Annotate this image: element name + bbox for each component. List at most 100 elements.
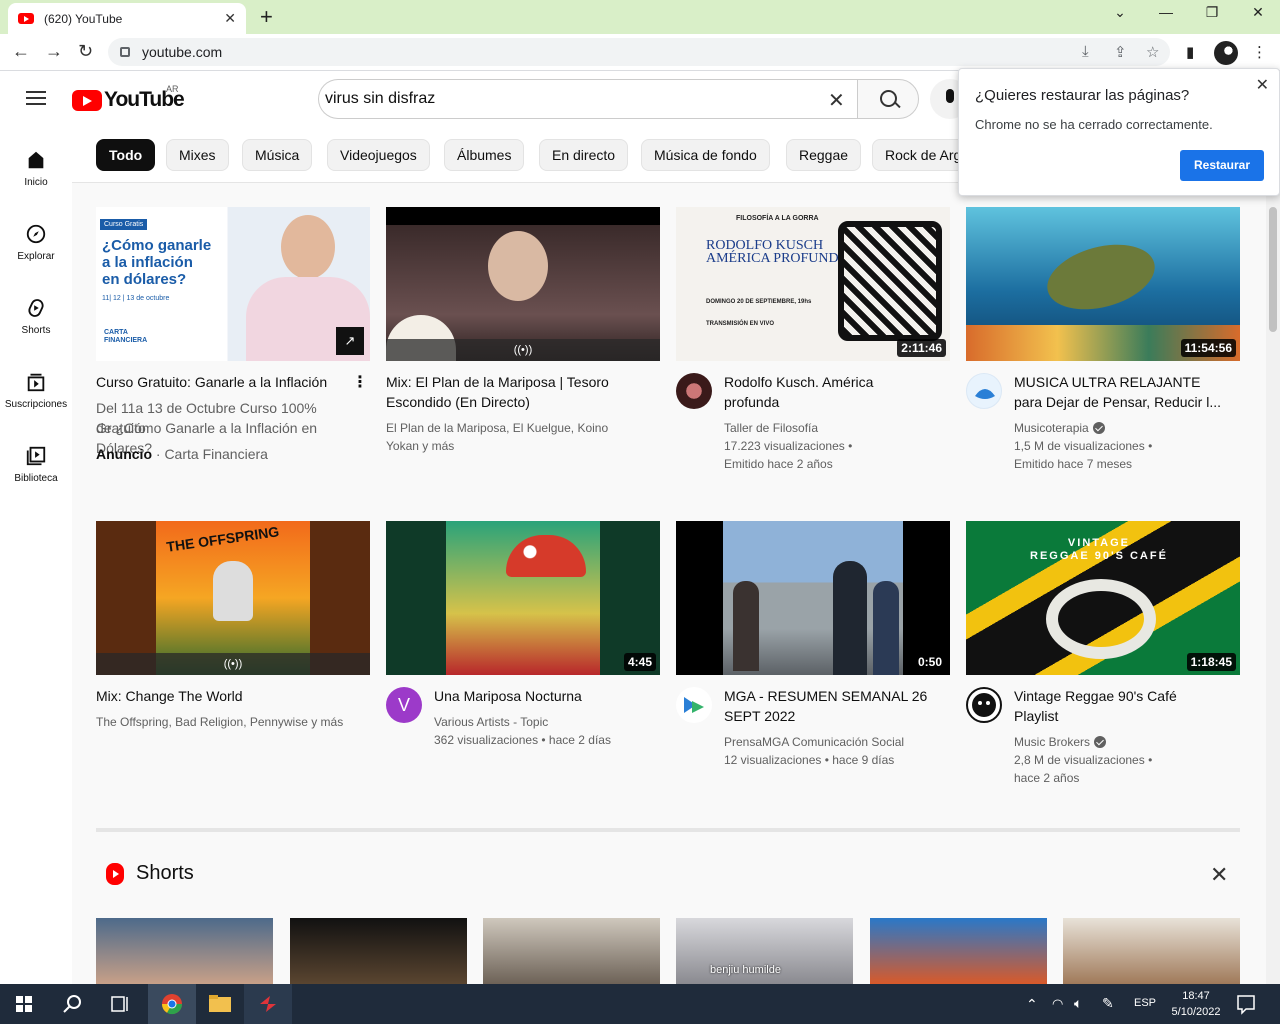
channel-name[interactable]: Taller de Filosofía [724,419,818,437]
sidebar-item-explorar[interactable]: Explorar [0,223,72,262]
video-thumbnail[interactable]: FILOSOFÍA A LA GORRA RODOLFO KUSCH AMÉRI… [676,207,950,361]
ad-sponsor-name[interactable]: · Carta Financiera [156,446,268,462]
bookmark-star-icon[interactable]: ☆ [1146,43,1159,61]
short-thumbnail[interactable] [96,918,273,984]
forward-icon[interactable]: → [45,41,63,62]
pen-icon[interactable]: ✎ [1102,995,1114,1012]
video-card[interactable]: 0:50 MGA - RESUMEN SEMANAL 26 SEPT 2022 … [676,521,950,791]
short-thumbnail[interactable] [1063,918,1240,984]
video-thumbnail[interactable]: ((•)) [386,207,660,361]
install-icon[interactable]: ⤓ [1082,43,1089,60]
chip-rock-de-arg[interactable]: Rock de Arg [872,139,972,171]
chip-musica[interactable]: Música [242,139,313,171]
volume-icon[interactable]: 🔈︎ [1074,995,1082,1012]
external-link-icon[interactable]: ↗ [336,327,364,355]
video-title[interactable]: Mix: Change The World [96,686,243,706]
sidebar-item-shorts[interactable]: Shorts [0,297,72,336]
close-popup-icon[interactable]: ✕ [1256,75,1269,95]
clock[interactable]: 18:47 5/10/2022 [1166,988,1226,1020]
sidebar-item-suscripciones[interactable]: Suscripciones [0,371,72,410]
video-thumbnail[interactable]: 0:50 [676,521,950,675]
channel-name[interactable]: PrensaMGA Comunicación Social [724,733,904,751]
address-bar[interactable]: youtube.com [108,38,1170,66]
video-title[interactable]: Vintage Reggae 90's Café [1014,686,1177,706]
search-button[interactable] [857,79,919,119]
video-thumbnail[interactable]: THE OFFSPRING ((•)) [96,521,370,675]
lock-icon[interactable] [120,47,130,57]
video-card[interactable]: VINTAGE REGGAE 90'S CAFÉ 1:18:45 Vintage… [966,521,1240,791]
video-title[interactable]: MGA - RESUMEN SEMANAL 26 [724,686,927,706]
chip-reggae[interactable]: Reggae [786,139,862,171]
file-explorer-icon[interactable] [196,984,244,1024]
video-title[interactable]: para Dejar de Pensar, Reducir l... [1014,392,1221,412]
channel-avatar[interactable] [966,373,1002,409]
chip-todo[interactable]: Todo [96,139,156,171]
scrollbar-thumb[interactable] [1269,207,1277,332]
task-view-icon[interactable] [96,984,144,1024]
channel-avatar[interactable] [676,687,712,723]
search-icon[interactable] [48,984,96,1024]
close-window-button[interactable]: ✕ [1238,4,1278,21]
short-thumbnail[interactable] [483,918,660,984]
chip-musica-de-fondo[interactable]: Música de fondo [641,139,770,171]
video-thumbnail[interactable]: 11:54:56 [966,207,1240,361]
video-title[interactable]: profunda [724,392,779,412]
language-indicator[interactable]: ESP [1134,997,1156,1009]
video-title[interactable]: MUSICA ULTRA RELAJANTE [1014,372,1200,392]
profile-avatar[interactable] [1214,41,1238,65]
video-card[interactable]: 4:45 V Una Mariposa Nocturna Various Art… [386,521,660,791]
sidebar-item-biblioteca[interactable]: Biblioteca [0,445,72,484]
page-scrollbar[interactable] [1266,127,1280,984]
chip-albumes[interactable]: Álbumes [444,139,525,171]
share-icon[interactable]: ⇪ [1114,43,1127,61]
channel-avatar[interactable] [676,373,712,409]
wifi-icon[interactable]: ◠ [1052,996,1063,1012]
new-tab-button[interactable]: + [260,4,273,30]
channel-name-text[interactable]: Musicoterapia [1014,421,1089,435]
chip-mixes[interactable]: Mixes [166,139,229,171]
more-options-icon[interactable]: ⋮ [352,372,368,392]
channel-name-text[interactable]: Music Brokers [1014,735,1090,749]
close-shorts-icon[interactable]: ✕ [1210,862,1228,888]
video-title[interactable]: SEPT 2022 [724,706,795,726]
reload-icon[interactable]: ↻ [78,41,93,62]
short-thumbnail[interactable]: benjiu humilde [676,918,853,984]
chip-en-directo[interactable]: En directo [539,139,629,171]
show-hidden-icons[interactable]: ⌃ [1026,996,1038,1013]
video-title[interactable]: Escondido (En Directo) [386,392,530,412]
video-title[interactable]: Playlist [1014,706,1058,726]
chip-videojuegos[interactable]: Videojuegos [327,139,430,171]
channel-avatar[interactable]: V [386,687,422,723]
menu-icon[interactable] [26,91,46,105]
video-card[interactable]: FILOSOFÍA A LA GORRA RODOLFO KUSCH AMÉRI… [676,207,950,477]
sidebar-item-inicio[interactable]: Inicio [0,149,72,188]
chrome-taskbar-icon[interactable] [148,984,196,1024]
channel-name[interactable]: Music Brokers [1014,733,1107,751]
channel-avatar[interactable] [966,687,1002,723]
restore-button[interactable]: Restaurar [1180,150,1264,181]
video-card[interactable]: ((•)) Mix: El Plan de la Mariposa | Teso… [386,207,660,477]
video-card[interactable]: 11:54:56 MUSICA ULTRA RELAJANTE para Dej… [966,207,1240,477]
close-tab-icon[interactable]: ✕ [224,10,236,27]
video-title[interactable]: Rodolfo Kusch. América [724,372,873,392]
side-panel-icon[interactable]: ▮ [1186,43,1194,61]
clear-search-icon[interactable]: ✕ [828,88,845,113]
minimize-button[interactable]: — [1146,4,1186,20]
back-icon[interactable]: ← [12,41,30,62]
windows-start-icon[interactable] [0,984,48,1024]
browser-tab[interactable]: (620) YouTube ✕ [8,3,246,34]
video-title[interactable]: Mix: El Plan de la Mariposa | Tesoro [386,372,609,392]
chrome-menu-icon[interactable]: ⋮ [1252,43,1267,61]
video-title[interactable]: Una Mariposa Nocturna [434,686,582,706]
url-text[interactable]: youtube.com [142,44,222,60]
channel-name[interactable]: Various Artists - Topic [434,713,548,731]
short-thumbnail[interactable] [870,918,1047,984]
channel-name[interactable]: Musicoterapia [1014,419,1105,437]
youtube-logo[interactable]: YouTube AR [72,84,185,112]
short-thumbnail[interactable] [290,918,467,984]
notifications-icon[interactable] [1226,984,1266,1024]
restore-button[interactable]: ❐ [1192,4,1232,21]
video-title[interactable]: Curso Gratuito: Ganarle a la Inflación [96,372,346,392]
video-thumbnail[interactable]: Curso Gratis ¿Cómo ganarle a la inflació… [96,207,370,361]
video-card[interactable]: Curso Gratis ¿Cómo ganarle a la inflació… [96,207,370,477]
